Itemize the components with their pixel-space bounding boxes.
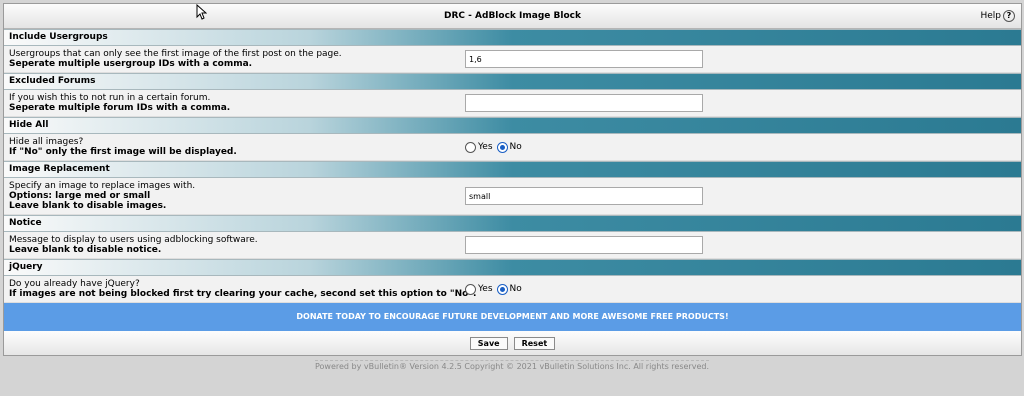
hide-all-no-label: No xyxy=(509,142,522,152)
jquery-yes-radio[interactable] xyxy=(465,283,476,295)
setting-row-hide-all: Hide all images? If "No" only the first … xyxy=(4,134,1021,161)
section-image-replacement: Image Replacement xyxy=(4,161,1021,178)
help-label: Help xyxy=(980,11,1001,21)
image-replacement-input[interactable] xyxy=(465,187,703,205)
usergroups-description: Usergroups that can only see the first i… xyxy=(9,49,342,59)
jquery-no-radio[interactable] xyxy=(496,283,508,295)
section-notice: Notice xyxy=(4,215,1021,232)
usergroups-input[interactable] xyxy=(465,50,703,68)
setting-row-image-replacement: Specify an image to replace images with.… xyxy=(4,178,1021,215)
save-button[interactable]: Save xyxy=(469,336,508,350)
jquery-yes-label: Yes xyxy=(478,284,493,294)
notice-input[interactable] xyxy=(465,236,703,254)
title-bar: DRC - AdBlock Image Block Help ? xyxy=(4,4,1021,29)
copyright-footer: Powered by vBulletin® Version 4.2.5 Copy… xyxy=(0,360,1024,371)
setting-row-forums: If you wish this to not run in a certain… xyxy=(4,90,1021,117)
hide-all-no-radio[interactable] xyxy=(496,141,508,153)
hide-all-yes-radio[interactable] xyxy=(465,141,476,153)
help-icon[interactable]: ? xyxy=(1003,10,1015,22)
jquery-description: Do you already have jQuery? xyxy=(9,279,140,289)
setting-row-usergroups: Usergroups that can only see the first i… xyxy=(4,46,1021,73)
jquery-no-option[interactable]: No xyxy=(496,283,522,295)
section-excluded-forums: Excluded Forums xyxy=(4,73,1021,90)
jquery-radio-group: Yes No xyxy=(465,283,522,295)
page-title: DRC - AdBlock Image Block xyxy=(444,11,581,21)
reset-button[interactable]: Reset xyxy=(513,336,556,350)
copyright-text: Powered by vBulletin® Version 4.2.5 Copy… xyxy=(315,360,709,371)
settings-panel: DRC - AdBlock Image Block Help ? Include… xyxy=(3,3,1022,356)
setting-row-jquery: Do you already have jQuery? If images ar… xyxy=(4,276,1021,303)
hide-all-yes-option[interactable]: Yes xyxy=(465,141,493,153)
donate-banner[interactable]: DONATE TODAY TO ENCOURAGE FUTURE DEVELOP… xyxy=(4,303,1021,331)
forums-description: If you wish this to not run in a certain… xyxy=(9,93,211,103)
jquery-no-label: No xyxy=(509,284,522,294)
setting-row-notice: Message to display to users using adbloc… xyxy=(4,232,1021,259)
hide-all-no-option[interactable]: No xyxy=(496,141,522,153)
form-buttons: Save Reset xyxy=(4,331,1021,355)
mouse-pointer-icon xyxy=(196,4,207,20)
section-jquery: jQuery xyxy=(4,259,1021,276)
section-hide-all: Hide All xyxy=(4,117,1021,134)
replacement-description: Specify an image to replace images with. xyxy=(9,181,196,191)
jquery-yes-option[interactable]: Yes xyxy=(465,283,493,295)
excluded-forums-input[interactable] xyxy=(465,94,703,112)
help-link[interactable]: Help ? xyxy=(980,10,1015,22)
hide-all-radio-group: Yes No xyxy=(465,141,522,153)
notice-description: Message to display to users using adbloc… xyxy=(9,235,258,245)
hide-all-description: Hide all images? xyxy=(9,137,84,147)
hide-all-yes-label: Yes xyxy=(478,142,493,152)
section-include-usergroups: Include Usergroups xyxy=(4,29,1021,46)
